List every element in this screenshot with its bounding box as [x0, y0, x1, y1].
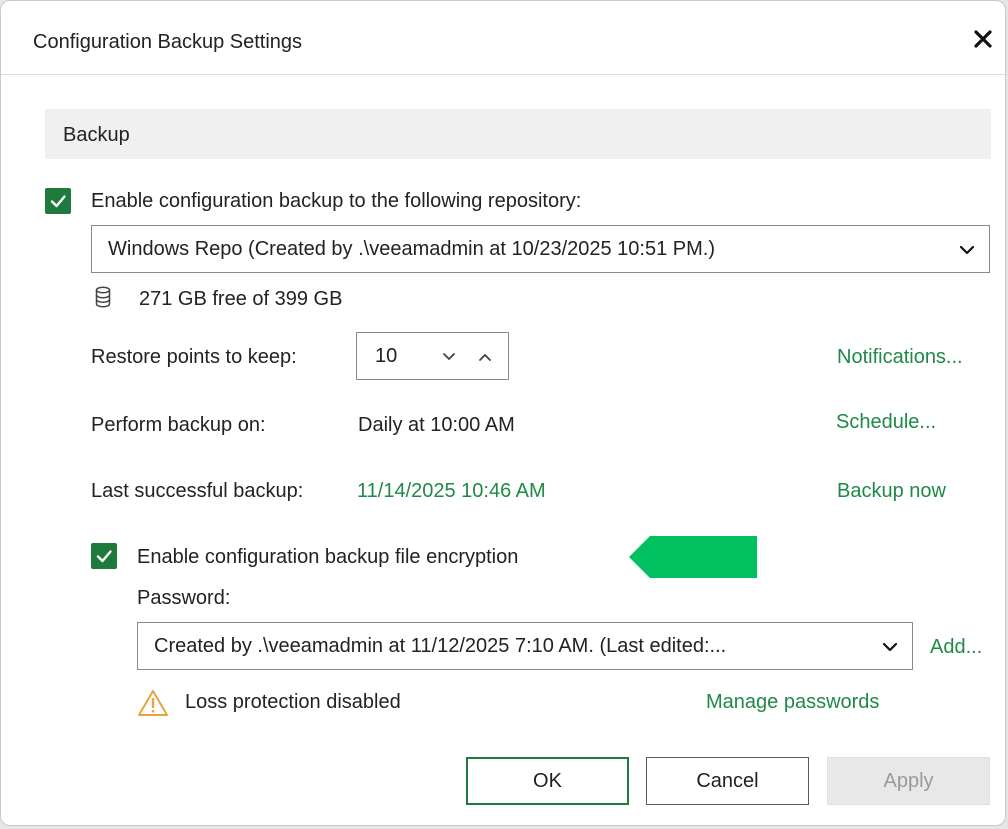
password-select[interactable]: Created by .\veeamadmin at 11/12/2025 7:… [137, 622, 913, 670]
repository-select-value: Windows Repo (Created by .\veeamadmin at… [108, 238, 715, 260]
chevron-up-icon[interactable] [477, 350, 493, 369]
chevron-down-icon [882, 642, 898, 652]
database-icon [95, 286, 111, 313]
perform-backup-value: Daily at 10:00 AM [358, 414, 515, 436]
title-bar: Configuration Backup Settings [1, 1, 1005, 75]
checkmark-icon [50, 195, 66, 208]
section-header-backup: Backup [45, 109, 991, 159]
backup-now-link[interactable]: Backup now [837, 480, 946, 503]
close-icon[interactable] [971, 27, 995, 51]
configuration-backup-dialog: Configuration Backup Settings Backup Ena… [0, 0, 1006, 826]
storage-free-text: 271 GB free of 399 GB [139, 288, 343, 310]
warning-icon [137, 689, 169, 722]
dialog-title: Configuration Backup Settings [33, 31, 303, 53]
password-label: Password: [137, 587, 231, 609]
add-password-link[interactable]: Add... [930, 636, 982, 659]
enable-backup-checkbox[interactable] [45, 188, 71, 214]
section-header-label: Backup [63, 124, 130, 146]
green-arrow-marker [629, 536, 757, 578]
apply-button[interactable]: Apply [827, 757, 990, 805]
restore-points-label: Restore points to keep: [91, 346, 297, 368]
enable-encryption-label: Enable configuration backup file encrypt… [137, 546, 519, 568]
password-select-value: Created by .\veeamadmin at 11/12/2025 7:… [154, 635, 727, 657]
perform-backup-label: Perform backup on: [91, 414, 266, 436]
cancel-button[interactable]: Cancel [646, 757, 809, 805]
manage-passwords-link[interactable]: Manage passwords [706, 691, 879, 714]
last-backup-label: Last successful backup: [91, 480, 304, 502]
checkmark-icon [96, 550, 112, 563]
repository-select[interactable]: Windows Repo (Created by .\veeamadmin at… [91, 225, 990, 273]
restore-points-stepper[interactable]: 10 [356, 332, 509, 380]
restore-points-value: 10 [375, 345, 398, 367]
schedule-link[interactable]: Schedule... [836, 411, 936, 434]
enable-encryption-checkbox[interactable] [91, 543, 117, 569]
notifications-link[interactable]: Notifications... [837, 346, 963, 369]
ok-button[interactable]: OK [466, 757, 629, 805]
chevron-down-icon[interactable] [441, 350, 457, 369]
last-backup-value: 11/14/2025 10:46 AM [357, 480, 546, 502]
loss-protection-warning: Loss protection disabled [185, 691, 401, 713]
enable-backup-label: Enable configuration backup to the follo… [91, 190, 582, 212]
chevron-down-icon [959, 245, 975, 255]
